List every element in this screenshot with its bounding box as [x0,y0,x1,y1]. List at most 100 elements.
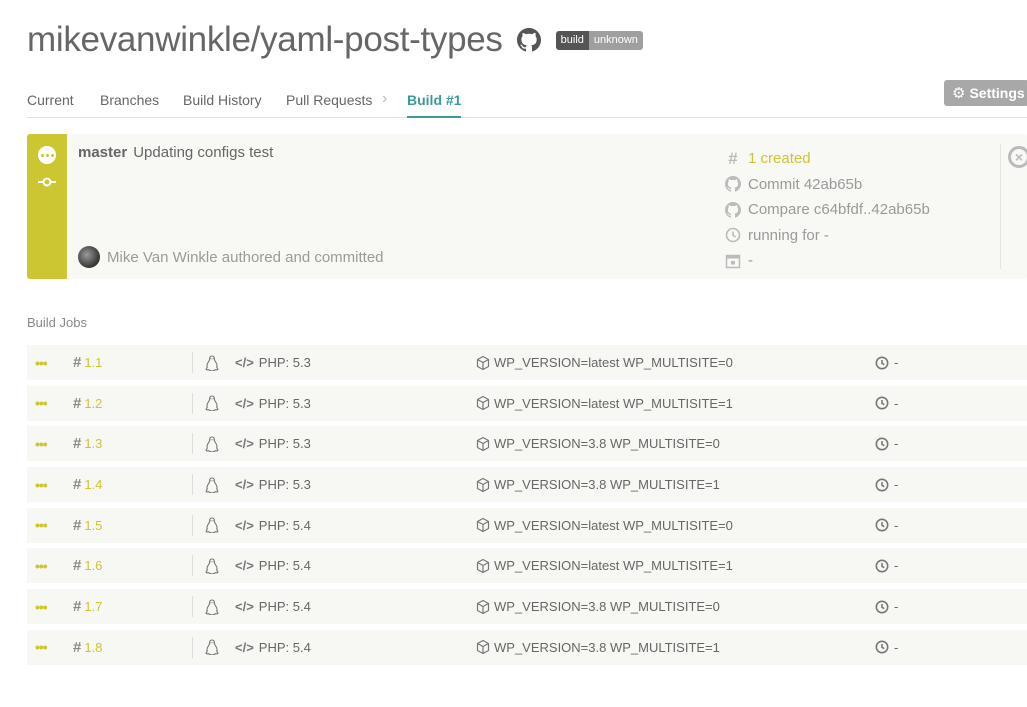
clock-icon [875,518,889,532]
status-created-icon: ••• [35,557,48,574]
status-created-icon [38,146,56,164]
avatar [78,246,100,268]
tab-build-history[interactable]: Build History [183,92,262,118]
job-number[interactable]: #1.1 [73,345,102,380]
job-row[interactable]: ••• #1.1 </> PHP: 5.3 WP_VERSION=latest W… [27,345,1027,380]
hash-icon: # [73,435,82,453]
job-row[interactable]: ••• #1.6 </> PHP: 5.4 WP_VERSION=latest W… [27,548,1027,584]
github-icon[interactable] [516,28,541,52]
job-row[interactable]: ••• #1.7 </> PHP: 5.4 WP_VERSION=3.8 WP_M… [27,589,1027,625]
job-row[interactable]: ••• #1.5 </> PHP: 5.4 WP_VERSION=latest W… [27,507,1027,543]
status-created-icon: ••• [35,598,48,615]
job-number-text: 1.2 [84,395,103,411]
hash-icon: # [73,557,82,575]
job-language: </> PHP: 5.4 [235,589,311,624]
clock-icon [875,640,889,654]
job-duration: - [875,508,898,543]
divider [1000,144,1001,269]
job-row[interactable]: ••• #1.8 </> PHP: 5.4 WP_VERSION=3.8 WP_M… [27,629,1027,665]
env-text: WP_VERSION=3.8 WP_MULTISITE=1 [494,639,720,655]
status-created-icon: ••• [35,639,48,656]
job-duration: - [875,386,898,421]
commit-message: Updating configs test [133,144,274,161]
code-icon: </> [235,355,254,370]
job-number[interactable]: #1.6 [73,548,102,583]
job-number[interactable]: #1.8 [73,630,102,665]
job-duration: - [875,589,898,624]
running-text: running for - [748,226,829,244]
job-env: WP_VERSION=latest WP_MULTISITE=0 [475,508,733,543]
repo-title[interactable]: mikevanwinkle/yaml-post-types [27,20,503,60]
job-number[interactable]: #1.7 [73,589,102,624]
status-created-icon: ••• [35,476,48,493]
compare-link[interactable]: Compare c64bfdf..42ab65b [724,197,930,223]
build-number[interactable]: # 1 created [724,146,930,172]
badge-label: build [555,30,589,50]
cancel-build-icon[interactable]: × [1008,146,1027,168]
duration-text: - [894,355,899,370]
linux-icon [205,345,219,380]
tab-build[interactable]: Build #1 [407,92,462,118]
commit-summary: master Updating configs test [78,144,273,161]
commit-link[interactable]: Commit 42ab65b [724,172,930,198]
branch-name[interactable]: master [78,144,127,161]
job-number[interactable]: #1.4 [73,467,102,502]
divider [192,433,193,455]
hash-icon: # [73,516,82,534]
build-status-badge[interactable]: build unknown [555,30,643,50]
clock-icon [875,600,889,614]
divider [192,555,193,577]
tab-pull-requests[interactable]: Pull Requests [286,92,372,118]
date-text: - [748,252,753,270]
job-env: WP_VERSION=latest WP_MULTISITE=1 [475,548,733,583]
language-text: PHP: 5.4 [258,517,311,533]
job-row[interactable]: ••• #1.2 </> PHP: 5.3 WP_VERSION=latest W… [27,385,1027,421]
package-icon [476,436,490,451]
job-number-text: 1.7 [84,599,103,615]
job-number-text: 1.5 [84,517,103,533]
calendar-icon [724,253,742,269]
tab-branches[interactable]: Branches [100,92,159,118]
author-text: Mike Van Winkle authored and committed [107,248,384,266]
status-bar [27,134,67,279]
package-icon [476,558,490,574]
job-env: WP_VERSION=3.8 WP_MULTISITE=1 [475,467,720,502]
job-number-text: 1.3 [84,436,103,452]
package-icon [476,518,490,533]
github-icon [724,176,742,192]
code-icon: </> [235,558,254,574]
clock-icon [875,559,889,573]
duration-text: - [894,395,899,411]
hash-icon: # [73,354,82,371]
build-duration: running for - [724,223,930,249]
build-summary-card: master Updating configs test Mike Van Win… [27,134,1027,279]
commit-author: Mike Van Winkle authored and committed [78,246,384,268]
code-icon: </> [235,436,254,452]
divider [192,392,193,414]
job-row[interactable]: ••• #1.3 </> PHP: 5.3 WP_VERSION=3.8 WP_M… [27,426,1027,462]
linux-icon [205,508,219,543]
divider [192,636,193,658]
job-duration: - [875,630,898,665]
job-row[interactable]: ••• #1.4 </> PHP: 5.3 WP_VERSION=3.8 WP_M… [27,467,1027,503]
package-icon [476,599,490,614]
job-duration: - [875,548,898,583]
commit-icon [38,177,56,187]
duration-text: - [894,477,899,493]
code-icon: </> [235,517,254,533]
clock-icon [875,478,889,492]
package-icon [476,355,490,370]
duration-text: - [894,599,899,615]
github-icon [724,201,742,218]
hash-icon: # [728,148,738,168]
job-number[interactable]: #1.2 [73,386,102,421]
duration-text: - [894,639,899,655]
env-text: WP_VERSION=3.8 WP_MULTISITE=0 [494,599,720,615]
tab-current[interactable]: Current [27,92,74,118]
package-icon [476,396,490,411]
job-number[interactable]: #1.3 [73,426,102,461]
hash-icon: # [73,476,82,494]
status-created-icon: ••• [35,395,48,412]
env-text: WP_VERSION=latest WP_MULTISITE=1 [494,558,733,574]
job-number[interactable]: #1.5 [73,508,102,543]
